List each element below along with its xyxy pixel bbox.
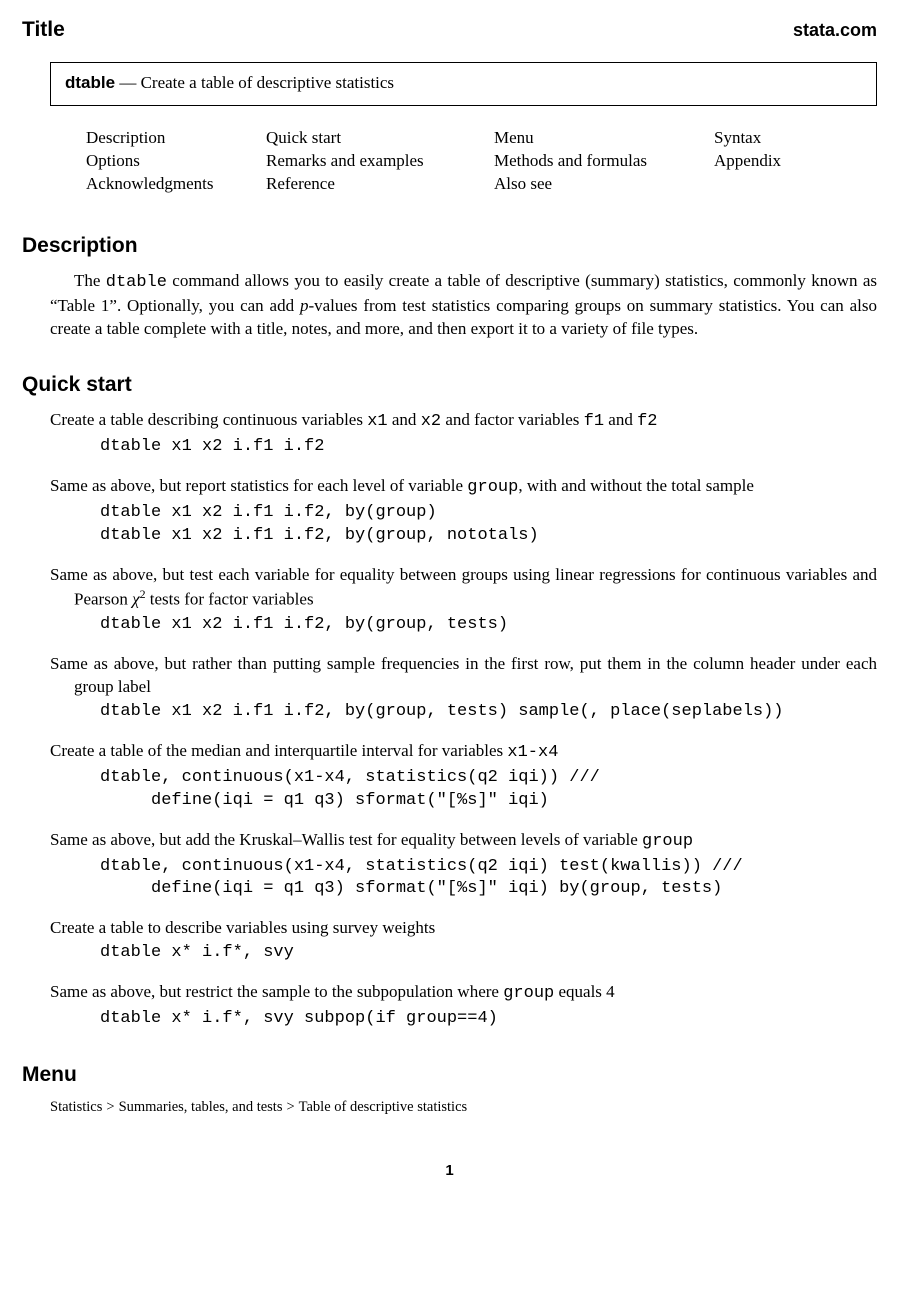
section-heading: Menu: [22, 1063, 877, 1087]
toc-link[interactable]: Appendix: [714, 151, 854, 171]
qs-example: Same as above, but restrict the sample t…: [50, 981, 877, 1031]
toc-link[interactable]: Also see: [494, 174, 714, 194]
page-number: 1: [22, 1162, 877, 1179]
chevron-right-icon: >: [106, 1099, 114, 1115]
toc-link[interactable]: Quick start: [266, 128, 494, 148]
toc-link[interactable]: Reference: [266, 174, 494, 194]
qs-example: Create a table to describe variables usi…: [50, 917, 877, 965]
header: Title stata.com: [22, 18, 877, 54]
qs-example: Create a table describing continuous var…: [50, 409, 877, 459]
toc-link[interactable]: Menu: [494, 128, 714, 148]
code-block: dtable x1 x2 i.f1 i.f2, by(group, tests): [100, 614, 877, 637]
toc-link[interactable]: Options: [86, 151, 266, 171]
description-paragraph: The dtable command allows you to easily …: [50, 270, 877, 341]
qs-example: Same as above, but add the Kruskal–Walli…: [50, 829, 877, 902]
menu-section: Menu Statistics>Summaries, tables, and t…: [22, 1063, 877, 1116]
toc-link[interactable]: Syntax: [714, 128, 854, 148]
qs-example: Same as above, but report statistics for…: [50, 475, 877, 548]
code-block: dtable, continuous(x1-x4, statistics(q2 …: [100, 767, 877, 813]
command-desc: Create a table of descriptive statistics: [141, 73, 395, 92]
command-name: dtable: [65, 73, 115, 92]
code-block: dtable x1 x2 i.f1 i.f2, by(group) dtable…: [100, 502, 877, 548]
table-of-contents: Description Quick start Menu Syntax Opti…: [86, 128, 877, 194]
dash: —: [115, 73, 141, 92]
code-block: dtable x1 x2 i.f1 i.f2, by(group, tests)…: [100, 701, 877, 724]
code-block: dtable x* i.f*, svy subpop(if group==4): [100, 1008, 877, 1031]
qs-example: Same as above, but test each variable fo…: [50, 564, 877, 637]
qs-example: Same as above, but rather than putting s…: [50, 653, 877, 724]
code-block: dtable x* i.f*, svy: [100, 942, 877, 965]
section-heading: Quick start: [22, 373, 877, 397]
chevron-right-icon: >: [286, 1099, 294, 1115]
menu-breadcrumb: Statistics>Summaries, tables, and tests>…: [50, 1099, 877, 1116]
quick-start-section: Quick start Create a table describing co…: [22, 373, 877, 1031]
toc-link[interactable]: Methods and formulas: [494, 151, 714, 171]
site-link[interactable]: stata.com: [793, 20, 877, 41]
toc-link[interactable]: Description: [86, 128, 266, 148]
section-heading: Description: [22, 234, 877, 258]
code-block: dtable x1 x2 i.f1 i.f2: [100, 436, 877, 459]
toc-link[interactable]: Remarks and examples: [266, 151, 494, 171]
page-title: Title: [22, 18, 65, 42]
code-block: dtable, continuous(x1-x4, statistics(q2 …: [100, 856, 877, 902]
title-box: dtable — Create a table of descriptive s…: [50, 62, 877, 106]
qs-example: Create a table of the median and interqu…: [50, 740, 877, 813]
toc-link: [714, 174, 854, 194]
toc-link[interactable]: Acknowledgments: [86, 174, 266, 194]
description-section: Description The dtable command allows yo…: [22, 234, 877, 341]
